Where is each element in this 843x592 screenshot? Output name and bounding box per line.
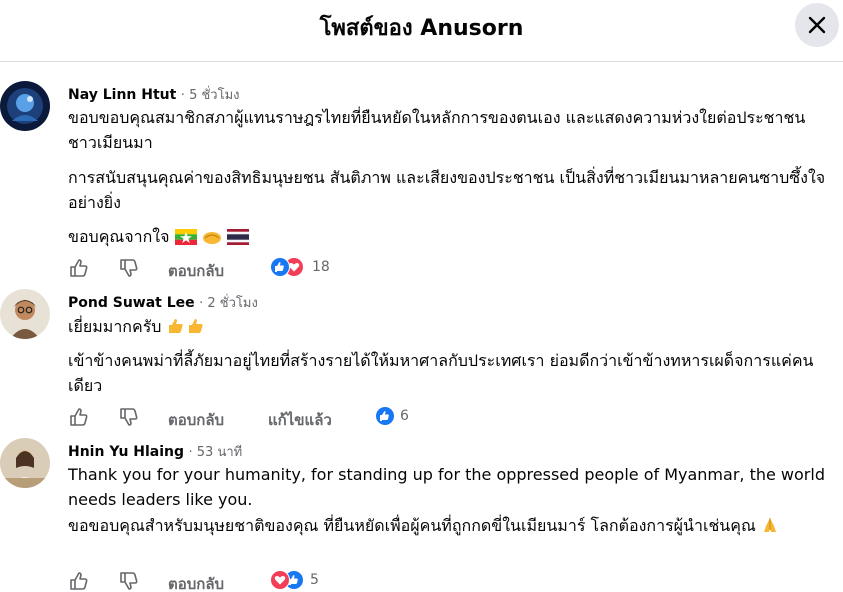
like-button[interactable] bbox=[68, 570, 90, 592]
dislike-button[interactable] bbox=[118, 406, 140, 428]
comment-paragraph: Thank you for your humanity, for standin… bbox=[68, 465, 825, 509]
dislike-button[interactable] bbox=[118, 570, 140, 592]
close-icon bbox=[808, 16, 826, 34]
dislike-button[interactable] bbox=[118, 257, 140, 279]
handshake-icon bbox=[202, 227, 222, 252]
reaction-count: 18 bbox=[312, 259, 330, 275]
comment-actions: ตอบกลับ แก้ไขแล้ว 6 bbox=[68, 406, 568, 430]
like-icon bbox=[375, 406, 395, 426]
author-line: Nay Linn Htut · 5 ชั่วโมง bbox=[68, 87, 240, 103]
reply-button[interactable]: ตอบกลับ bbox=[168, 572, 224, 592]
comment-paragraph: ขอขอบคุณสำหรับมนุษยชาติของคุณ ที่ยืนหยัด… bbox=[68, 513, 828, 541]
comment-paragraph: เยี่ยมมากครับ bbox=[68, 314, 828, 342]
thumbs-up-icon bbox=[70, 259, 88, 277]
comment-time[interactable]: 5 ชั่วโมง bbox=[189, 88, 239, 103]
reaction-count: 6 bbox=[400, 408, 409, 424]
avatar[interactable] bbox=[0, 289, 50, 339]
author-name[interactable]: Pond Suwat Lee bbox=[68, 295, 195, 311]
like-icon bbox=[270, 257, 290, 277]
avatar[interactable] bbox=[0, 81, 50, 131]
thumbs-down-icon bbox=[120, 408, 138, 426]
header-divider bbox=[0, 61, 843, 62]
thumbs-down-icon bbox=[120, 259, 138, 277]
comment-text: ขอขอบคุณสำหรับมนุษยชาติของคุณ ที่ยืนหยัด… bbox=[68, 516, 756, 535]
comment-time[interactable]: 53 นาที bbox=[197, 445, 242, 460]
author-line: Pond Suwat Lee · 2 ชั่วโมง bbox=[68, 295, 258, 311]
thumbs-up-emoji-icon bbox=[167, 317, 207, 342]
dialog-title: โพสต์ของ Anusorn bbox=[319, 16, 524, 41]
comment-actions: ตอบกลับ 5 bbox=[68, 570, 568, 592]
reply-button[interactable]: ตอบกลับ bbox=[168, 408, 224, 432]
like-button[interactable] bbox=[68, 406, 90, 428]
thumbs-up-icon bbox=[70, 408, 88, 426]
comment-text: เยี่ยมมากครับ bbox=[68, 317, 162, 336]
author-line: Hnin Yu Hlaing · 53 นาที bbox=[68, 444, 243, 460]
praying-hands-icon bbox=[761, 516, 779, 541]
close-button[interactable] bbox=[795, 3, 839, 47]
thailand-flag-icon bbox=[226, 227, 249, 252]
love-icon bbox=[270, 570, 290, 590]
comment-actions: ตอบกลับ 18 bbox=[68, 257, 568, 281]
comment-paragraph: เข้าข้างคนพม่าที่ลี้ภัยมาอยู่ไทยที่สร้าง… bbox=[68, 351, 814, 395]
thumbs-up-icon bbox=[70, 572, 88, 590]
edited-label[interactable]: แก้ไขแล้ว bbox=[268, 408, 332, 432]
comment-paragraph: ขอบคุณจากใจ bbox=[68, 224, 828, 252]
like-button[interactable] bbox=[68, 257, 90, 279]
comment-paragraph: ขอบขอบคุณสมาชิกสภาผู้แทนราษฎรไทยที่ยืนหย… bbox=[68, 108, 806, 152]
comment-paragraph: การสนับสนุนคุณค่าของสิทธิมนุษยชน สันติภา… bbox=[68, 168, 826, 212]
dialog-header: โพสต์ของ Anusorn bbox=[0, 0, 843, 62]
author-name[interactable]: Nay Linn Htut bbox=[68, 87, 176, 103]
avatar[interactable] bbox=[0, 438, 50, 488]
comment-text: ขอบคุณจากใจ bbox=[68, 227, 170, 246]
myanmar-flag-icon bbox=[174, 227, 197, 252]
author-name[interactable]: Hnin Yu Hlaing bbox=[68, 444, 184, 460]
reaction-count: 5 bbox=[310, 572, 319, 588]
thumbs-down-icon bbox=[120, 572, 138, 590]
comment-time[interactable]: 2 ชั่วโมง bbox=[207, 296, 257, 311]
reply-button[interactable]: ตอบกลับ bbox=[168, 259, 224, 283]
